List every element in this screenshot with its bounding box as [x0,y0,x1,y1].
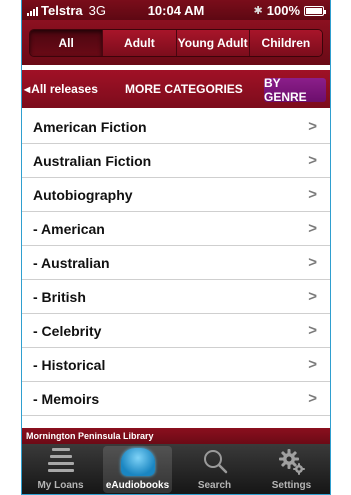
tab-settings[interactable]: Settings [253,444,330,494]
list-item-label: American Fiction [33,118,147,135]
chevron-right-icon: > [308,288,317,305]
audience-filter-bar: All Adult Young Adult Children [22,20,330,65]
chevron-right-icon: > [308,390,317,407]
tab-label: My Loans [37,480,84,491]
list-item[interactable]: - Memoirs > [22,382,330,416]
chevron-right-icon: > [308,152,317,169]
segment-all[interactable]: All [30,30,103,56]
by-genre-button[interactable]: BY GENRE [264,76,326,104]
more-categories-button[interactable]: MORE CATEGORIES [125,82,243,96]
list-item[interactable]: - British > [22,280,330,314]
tab-search[interactable]: Search [176,444,253,494]
back-arrow-icon: ◀ [24,84,31,94]
gear-icon [278,449,305,475]
tab-bar: My Loans eAudiobooks Search Settings [22,444,330,494]
audience-segmented-control: All Adult Young Adult Children [29,29,323,57]
chevron-right-icon: > [308,254,317,271]
list-item-label: - British [33,288,86,305]
segment-adult[interactable]: Adult [102,30,176,56]
tab-my-loans[interactable]: My Loans [22,444,99,494]
list-item-label: - American [33,220,105,237]
search-icon [203,450,227,474]
battery-percent: 100% [266,3,300,18]
app-frame: Telstra 3G 10:04 AM ✱ 100% All Adult You… [21,0,331,495]
list-item[interactable]: Australian Fiction > [22,144,330,178]
tab-eaudiobooks[interactable]: eAudiobooks [99,444,176,494]
segment-children[interactable]: Children [248,30,322,56]
list-item-label: Australian Fiction [33,152,152,169]
list-item[interactable]: - Celebrity > [22,314,330,348]
list-item[interactable]: - Australian > [22,246,330,280]
list-item[interactable]: - American > [22,212,330,246]
segment-young-adult[interactable]: Young Adult [175,30,249,56]
chevron-right-icon: > [308,220,317,237]
list-item[interactable]: - Historical > [22,348,330,382]
list-item[interactable]: Autobiography > [22,178,330,212]
genre-list: American Fiction > Australian Fiction > Au… [22,110,330,416]
chevron-right-icon: > [308,356,317,373]
list-item-label: - Celebrity [33,322,102,339]
list-item-label: - Memoirs [33,390,100,407]
list-item-label: - Australian [33,254,110,271]
tab-label: Search [197,480,232,491]
category-nav-bar: ◀ All releases MORE CATEGORIES BY GENRE [22,70,330,108]
headphones-icon [120,448,155,476]
chevron-right-icon: > [308,118,317,135]
chevron-right-icon: > [308,322,317,339]
tab-label: Settings [271,480,312,491]
library-name: Mornington Peninsula Library [22,428,330,444]
chevron-right-icon: > [308,186,317,203]
loans-icon [47,448,74,472]
list-item[interactable]: American Fiction > [22,110,330,144]
back-button[interactable]: ◀ All releases [24,82,98,96]
tab-label: eAudiobooks [105,480,170,491]
list-item-label: - Historical [33,356,106,373]
battery-icon [304,5,326,16]
status-bar: Telstra 3G 10:04 AM ✱ 100% [22,0,330,20]
bluetooth-icon: ✱ [253,5,263,17]
back-label: All releases [31,82,98,96]
list-item-label: Autobiography [33,186,133,203]
